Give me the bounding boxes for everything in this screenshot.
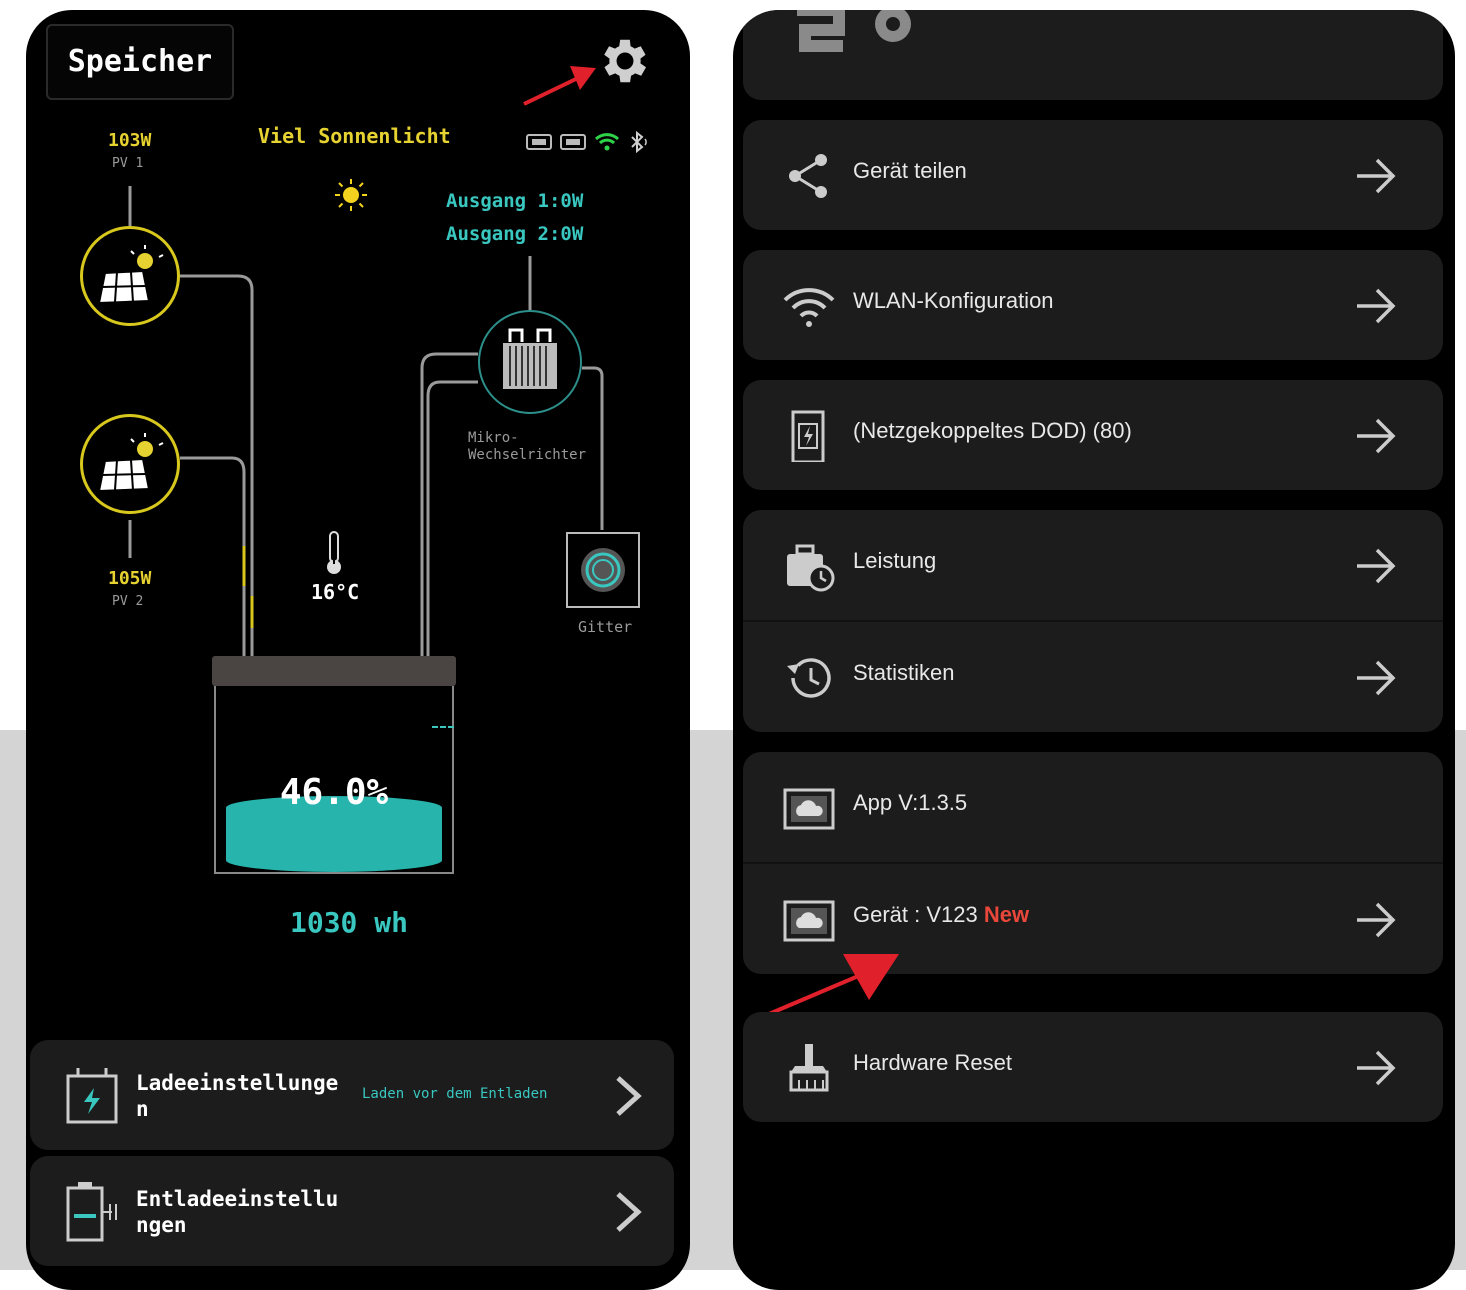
versions-card: App V:1.3.5 Gerät : V123 New bbox=[743, 752, 1443, 974]
power-label: Leistung bbox=[853, 548, 937, 573]
pv2-panel[interactable] bbox=[80, 414, 180, 514]
battery-percentage: 46.0% bbox=[279, 772, 389, 813]
inverter-icon bbox=[501, 328, 559, 391]
battery-capacity: 1030 wh bbox=[289, 906, 408, 939]
wlan-config-item[interactable]: WLAN-Konfiguration bbox=[743, 250, 1443, 360]
cloud-window-icon bbox=[783, 788, 835, 830]
new-firmware-badge: New bbox=[983, 902, 1030, 927]
wlan-config-label: WLAN-Konfiguration bbox=[853, 288, 1054, 313]
pv2-label: PV 2 bbox=[112, 594, 144, 609]
app-version-label: App V:1.3.5 bbox=[853, 790, 968, 815]
statistics-item[interactable]: Statistiken bbox=[743, 622, 1443, 732]
cloud-window-icon bbox=[783, 900, 835, 942]
wlan-card: WLAN-Konfiguration bbox=[743, 250, 1443, 360]
discharge-settings-label: Entladeeinstellu ngen bbox=[136, 1187, 339, 1237]
hardware-reset-label: Hardware Reset bbox=[853, 1050, 1012, 1075]
annotation-arrow-icon bbox=[768, 954, 899, 1016]
hardware-reset-card: Hardware Reset bbox=[743, 1012, 1443, 1122]
app-version-item: App V:1.3.5 bbox=[743, 752, 1443, 862]
share-device-card: Gerät teilen bbox=[743, 120, 1443, 230]
grid-socket[interactable] bbox=[566, 532, 640, 608]
chevron-right-icon bbox=[616, 1076, 642, 1116]
header-card bbox=[743, 10, 1443, 100]
statistics-label: Statistiken bbox=[853, 660, 955, 685]
arrow-right-icon bbox=[1357, 418, 1396, 454]
arrow-right-icon bbox=[1357, 1050, 1396, 1086]
grid-label: Gitter bbox=[578, 618, 633, 636]
charge-battery-icon bbox=[66, 1068, 118, 1124]
arrow-right-icon bbox=[1357, 548, 1396, 584]
dod-card: (Netzgekoppeltes DOD) (80) bbox=[743, 380, 1443, 490]
micro-inverter[interactable] bbox=[478, 310, 582, 414]
broom-icon bbox=[789, 1044, 829, 1092]
grid-dod-item[interactable]: (Netzgekoppeltes DOD) (80) bbox=[743, 380, 1443, 490]
charge-settings-row[interactable]: Ladeeinstellunge n Laden vor dem Entlade… bbox=[30, 1040, 674, 1150]
pv1-panel[interactable] bbox=[80, 226, 180, 326]
pv2-power: 105W bbox=[108, 568, 152, 589]
solar-panel-icon bbox=[97, 245, 164, 305]
briefcase-clock-icon bbox=[787, 544, 835, 592]
thermometer-icon bbox=[327, 531, 341, 574]
device-settings-screen: Gerät teilen WLAN-Konfiguration (Netzgek… bbox=[733, 10, 1455, 1290]
storage-screen: Speicher 103W PV 1 Viel Sonnenlicht Ausg… bbox=[26, 10, 690, 1290]
grid-dod-label: (Netzgekoppeltes DOD) (80) bbox=[853, 418, 1132, 443]
share-device-label: Gerät teilen bbox=[853, 158, 967, 183]
discharge-settings-row[interactable]: Entladeeinstellu ngen bbox=[30, 1156, 674, 1266]
wifi-icon bbox=[783, 288, 835, 327]
arrow-right-icon bbox=[1357, 902, 1396, 938]
hardware-reset-item[interactable]: Hardware Reset bbox=[743, 1012, 1443, 1122]
temperature: 16°C bbox=[311, 580, 360, 604]
chevron-right-icon bbox=[616, 1192, 642, 1232]
history-icon bbox=[787, 658, 831, 698]
grid-socket-icon bbox=[581, 548, 625, 592]
device-firmware-label: Gerät : V123 New bbox=[853, 902, 1030, 927]
share-icon bbox=[789, 154, 827, 198]
power-item[interactable]: Leistung bbox=[743, 510, 1443, 620]
power-stats-card: Leistung Statistiken bbox=[743, 510, 1443, 732]
discharge-battery-icon bbox=[66, 1182, 117, 1242]
share-device-item[interactable]: Gerät teilen bbox=[743, 120, 1443, 230]
battery-bolt-icon bbox=[791, 410, 825, 462]
battery-threshold-marker bbox=[432, 726, 454, 730]
charge-settings-value: Laden vor dem Entladen bbox=[362, 1086, 548, 1102]
arrow-right-icon bbox=[1357, 660, 1396, 696]
inverter-label: Mikro- Wechselrichter bbox=[468, 430, 587, 463]
solar-panel-icon bbox=[97, 433, 164, 493]
battery-lid bbox=[212, 656, 456, 686]
charge-settings-label: Ladeeinstellunge n bbox=[136, 1071, 339, 1121]
header-logo-icon bbox=[797, 10, 911, 52]
arrow-right-icon bbox=[1357, 288, 1396, 324]
arrow-right-icon bbox=[1357, 158, 1396, 194]
